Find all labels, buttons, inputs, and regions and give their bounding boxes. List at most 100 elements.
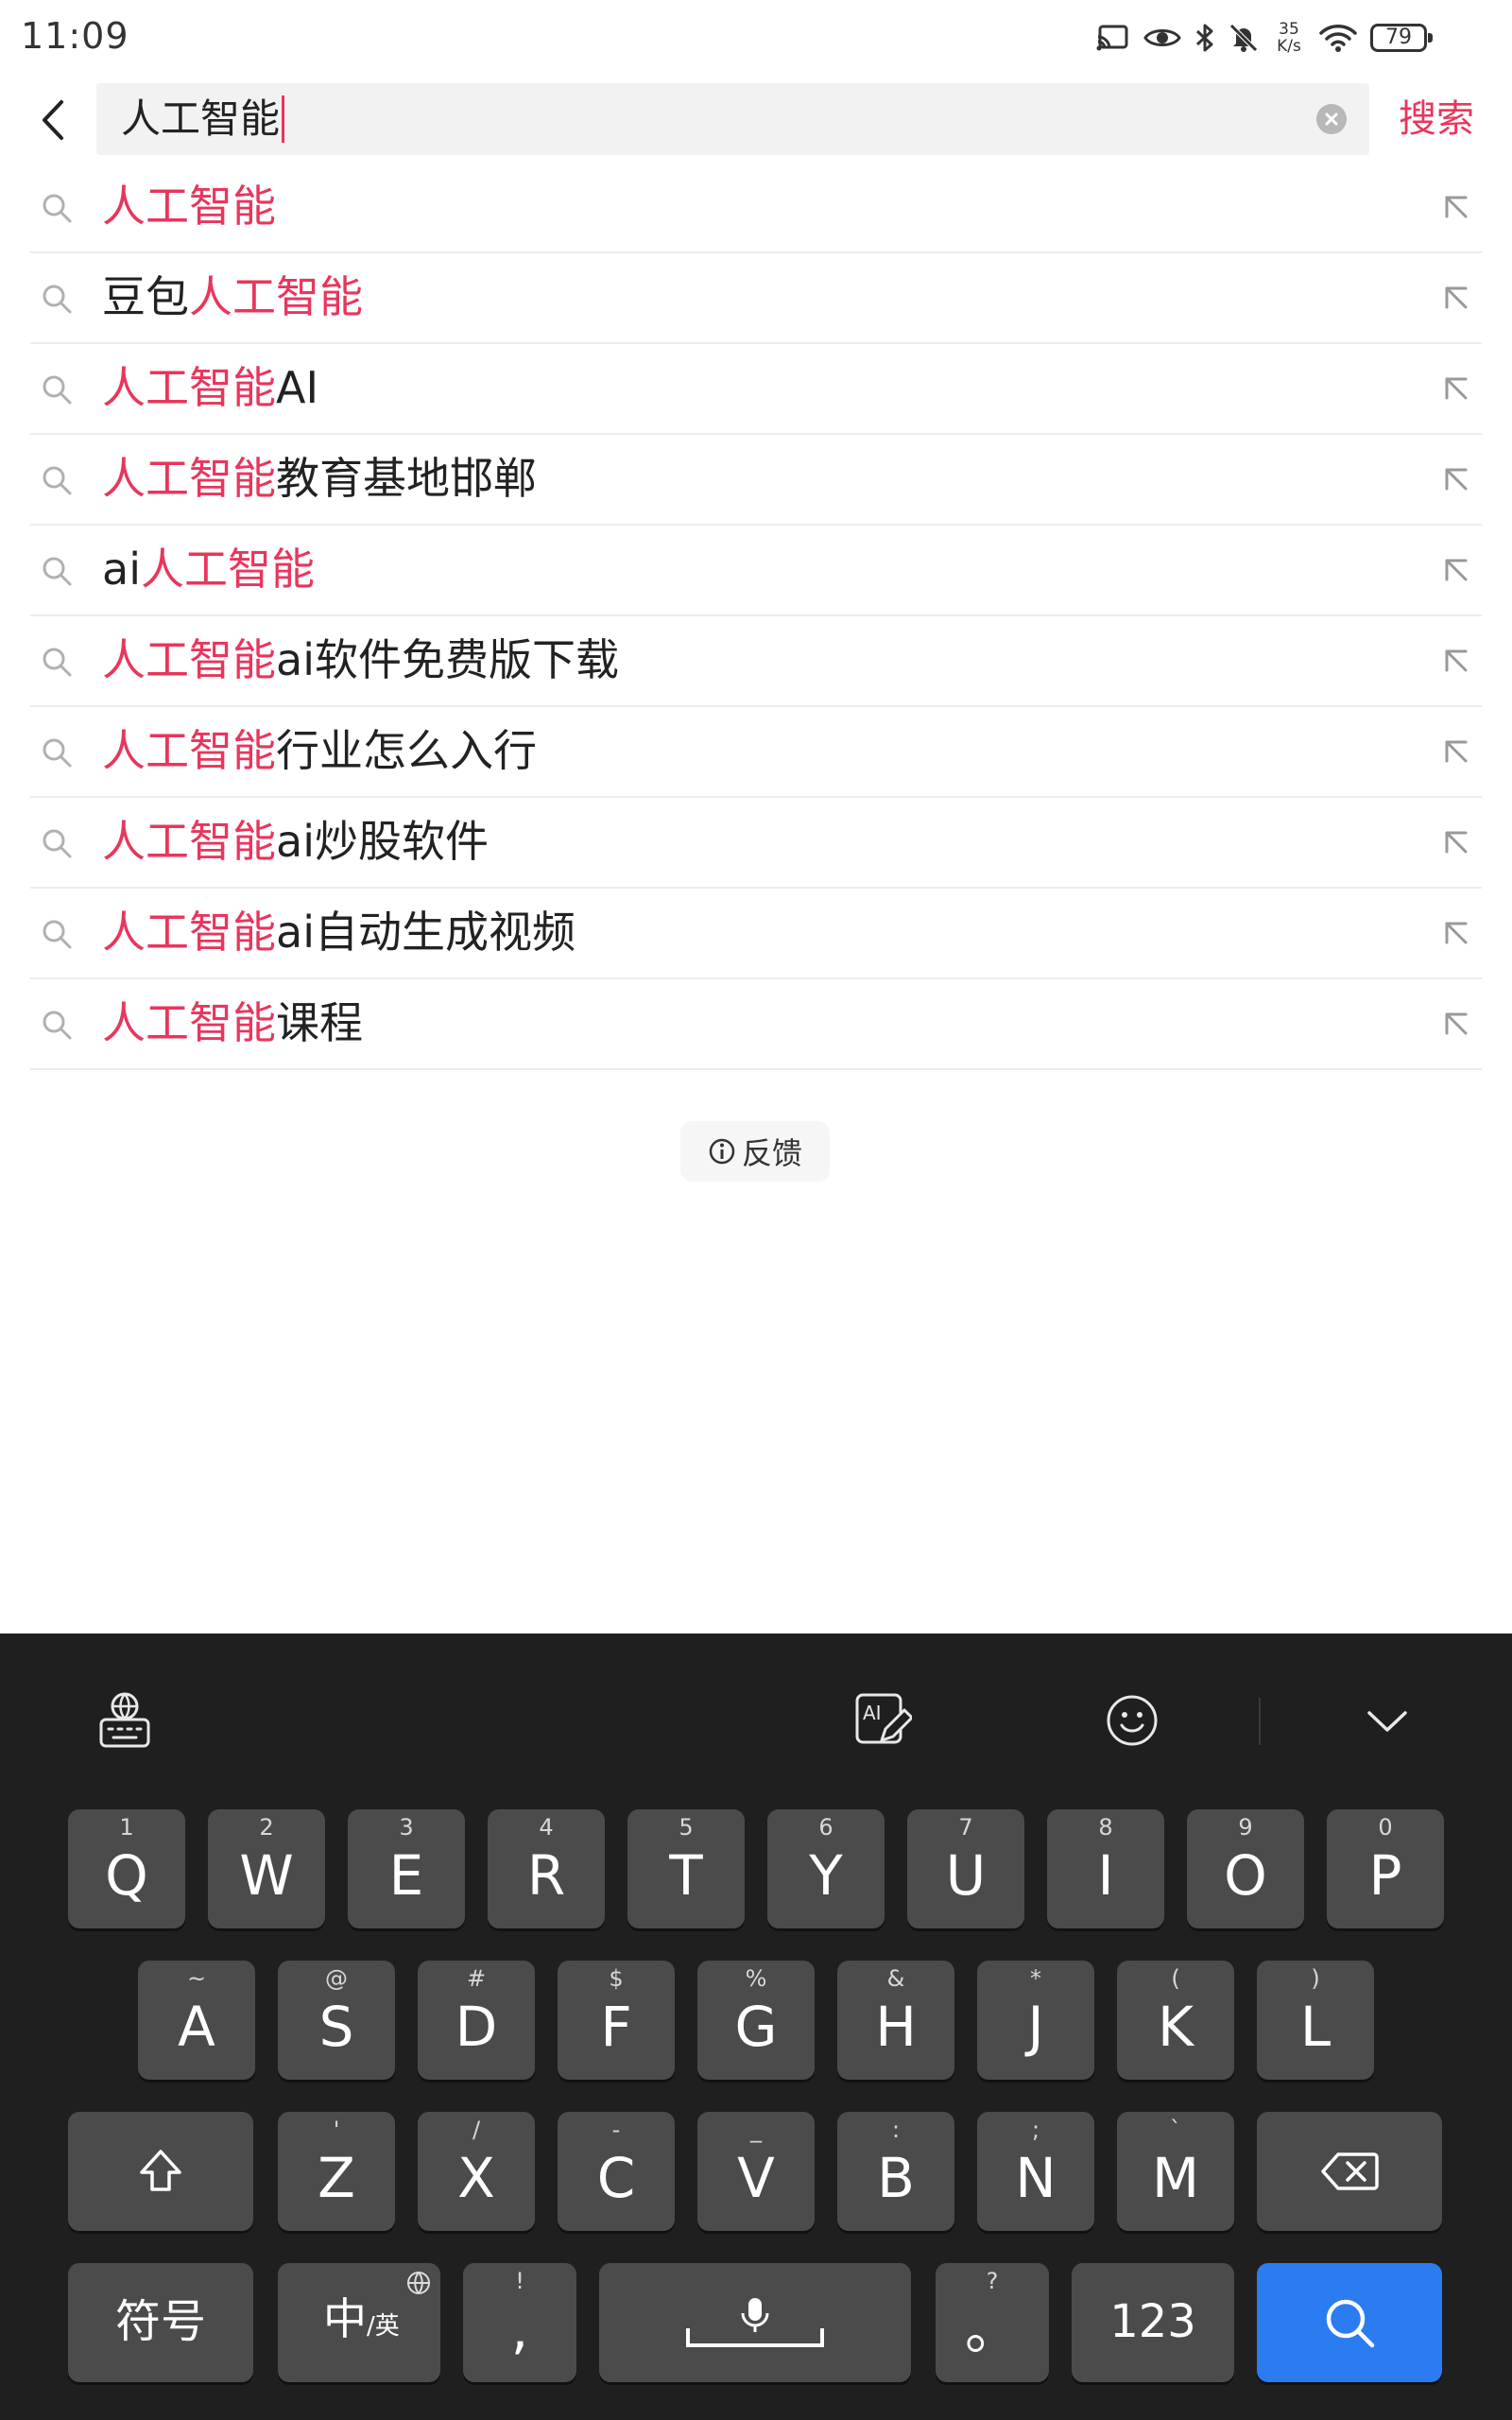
key-f[interactable]: $ F <box>558 1961 675 2080</box>
fill-query-arrow-icon[interactable] <box>1440 645 1472 677</box>
key-secondary-label: ~ <box>186 1965 207 1992</box>
fill-query-arrow-icon[interactable] <box>1440 191 1472 223</box>
key-n[interactable]: ; N <box>977 2112 1094 2231</box>
fill-query-arrow-icon[interactable] <box>1440 826 1472 858</box>
key-label: V <box>737 2146 775 2210</box>
period-key[interactable]: ? 。 <box>936 2263 1049 2382</box>
suggestion-highlight: 人工智能 <box>102 907 276 958</box>
space-key[interactable] <box>599 2263 911 2382</box>
bluetooth-icon <box>1194 23 1215 53</box>
status-time: 11:09 <box>21 15 129 57</box>
suggestion-highlight: 人工智能 <box>102 362 276 413</box>
keyboard-settings-button[interactable] <box>87 1683 163 1758</box>
suggestion-suffix: AI <box>276 362 319 413</box>
fill-query-arrow-icon[interactable] <box>1440 554 1472 586</box>
key-label: J <box>1027 1995 1044 2059</box>
key-d[interactable]: # D <box>418 1961 535 2080</box>
search-icon <box>1326 2299 1375 2348</box>
suggestion-item[interactable]: 人工智能课程 <box>30 979 1482 1070</box>
suggestion-highlight: 人工智能 <box>189 271 363 322</box>
key-j[interactable]: * J <box>977 1961 1094 2080</box>
key-o[interactable]: 9O <box>1187 1809 1304 1928</box>
soft-keyboard: AI 符号 中/英 ! , ? 。 123 1Q2W3E4R5T6Y7U8I9O… <box>0 1634 1512 2420</box>
key-secondary-label: @ <box>325 1965 348 1992</box>
shift-key[interactable] <box>68 2112 253 2231</box>
key-x[interactable]: / X <box>418 2112 535 2231</box>
suggestion-item[interactable]: 人工智能行业怎么入行 <box>30 707 1482 798</box>
key-z[interactable]: ' Z <box>278 2112 395 2231</box>
suggestion-highlight: 人工智能 <box>102 997 276 1048</box>
suggestion-text: 人工智能 <box>102 178 276 234</box>
ai-write-button[interactable]: AI <box>845 1683 920 1758</box>
hide-keyboard-button[interactable] <box>1349 1683 1425 1758</box>
fill-query-arrow-icon[interactable] <box>1440 372 1472 405</box>
comma-key-main: , <box>510 2297 529 2361</box>
key-e[interactable]: 3E <box>348 1809 465 1928</box>
comma-key[interactable]: ! , <box>463 2263 576 2382</box>
fill-query-arrow-icon[interactable] <box>1440 282 1472 314</box>
key-a[interactable]: ~ A <box>138 1961 255 2080</box>
key-secondary-label: 9 <box>1238 1814 1253 1841</box>
language-key-alt: /英 <box>367 2312 400 2341</box>
suggestion-item[interactable]: 豆包人工智能 <box>30 253 1482 344</box>
fill-query-arrow-icon[interactable] <box>1440 1008 1472 1040</box>
key-p[interactable]: 0P <box>1327 1809 1444 1928</box>
numbers-key[interactable]: 123 <box>1072 2263 1234 2382</box>
key-secondary-label: 0 <box>1378 1814 1393 1841</box>
suggestion-highlight: 人工智能 <box>102 634 276 685</box>
svg-text:AI: AI <box>863 1702 882 1724</box>
emoji-button[interactable] <box>1094 1683 1170 1758</box>
suggestion-highlight: 人工智能 <box>102 181 276 232</box>
key-label: H <box>875 1995 917 2059</box>
key-c[interactable]: -C <box>558 2112 675 2231</box>
info-icon <box>709 1138 735 1165</box>
language-switch-key[interactable]: 中/英 <box>278 2263 440 2382</box>
suggestion-text: 人工智能行业怎么入行 <box>102 722 537 779</box>
eye-icon <box>1143 25 1181 51</box>
key-y[interactable]: 6Y <box>767 1809 885 1928</box>
search-icon <box>43 466 72 495</box>
key-m[interactable]: ` M <box>1117 2112 1234 2231</box>
key-t[interactable]: 5T <box>627 1809 745 1928</box>
search-icon <box>43 375 72 405</box>
suggestion-item[interactable]: 人工智能ai软件免费版下载 <box>30 616 1482 707</box>
key-g[interactable]: % G <box>697 1961 815 2080</box>
fill-query-arrow-icon[interactable] <box>1440 463 1472 495</box>
key-i[interactable]: 8I <box>1047 1809 1164 1928</box>
key-label: I <box>1097 1843 1114 1908</box>
suggestion-highlight: 人工智能 <box>102 725 276 776</box>
fill-query-arrow-icon[interactable] <box>1440 917 1472 949</box>
emoji-icon <box>1107 1695 1158 1746</box>
key-secondary-label: & <box>886 1965 905 1992</box>
suggestion-item[interactable]: ai人工智能 <box>30 526 1482 616</box>
key-l[interactable]: ) L <box>1257 1961 1374 2080</box>
fill-query-arrow-icon[interactable] <box>1440 735 1472 768</box>
symbols-key[interactable]: 符号 <box>68 2263 253 2382</box>
key-label: S <box>318 1995 354 2059</box>
suggestion-item[interactable]: 人工智能ai炒股软件 <box>30 798 1482 889</box>
clear-button[interactable] <box>1316 104 1347 134</box>
cast-icon <box>1096 24 1130 52</box>
key-h[interactable]: & H <box>837 1961 954 2080</box>
key-s[interactable]: @ S <box>278 1961 395 2080</box>
feedback-button[interactable]: 反馈 <box>680 1121 830 1182</box>
suggestion-item[interactable]: 人工智能ai自动生成视频 <box>30 889 1482 979</box>
key-v[interactable]: _ V <box>697 2112 815 2231</box>
key-w[interactable]: 2W <box>208 1809 325 1928</box>
mute-bell-icon <box>1228 23 1259 53</box>
search-button[interactable]: 搜索 <box>1399 91 1474 147</box>
key-u[interactable]: 7U <box>907 1809 1024 1928</box>
suggestion-item[interactable]: 人工智能教育基地邯郸 <box>30 435 1482 526</box>
key-r[interactable]: 4R <box>488 1809 605 1928</box>
keyboard-search-key[interactable] <box>1257 2263 1442 2382</box>
key-k[interactable]: (K <box>1117 1961 1234 2080</box>
back-button[interactable] <box>25 87 81 153</box>
backspace-key[interactable] <box>1257 2112 1442 2231</box>
key-label: O <box>1224 1843 1267 1908</box>
suggestion-item[interactable]: 人工智能AI <box>30 344 1482 435</box>
suggestion-suffix: 课程 <box>276 997 363 1048</box>
key-b[interactable]: :B <box>837 2112 954 2231</box>
suggestion-item[interactable]: 人工智能 <box>30 163 1482 253</box>
key-q[interactable]: 1Q <box>68 1809 185 1928</box>
search-input[interactable]: 人工智能 <box>96 83 1369 155</box>
